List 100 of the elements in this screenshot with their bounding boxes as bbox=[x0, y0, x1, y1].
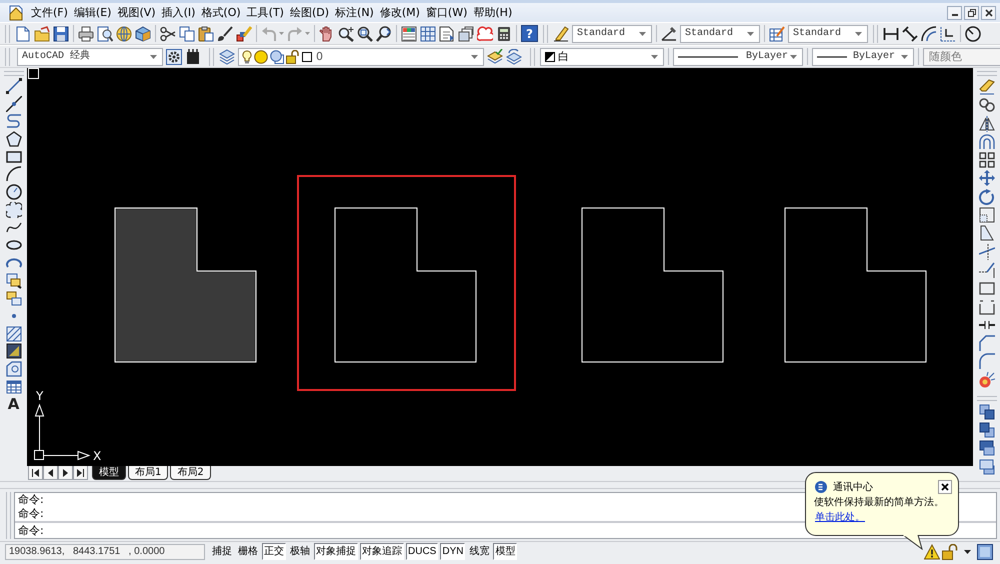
list-panel-icon[interactable] bbox=[401, 26, 417, 42]
pentagon-icon[interactable] bbox=[6, 131, 22, 148]
text-tool-button[interactable]: A bbox=[6, 396, 22, 414]
mirrored-triangles-icon[interactable] bbox=[978, 116, 994, 132]
rectangles-arrow-icon[interactable] bbox=[6, 272, 22, 289]
status-toggle[interactable]: 线宽 bbox=[467, 543, 492, 560]
toolbar-grip[interactable] bbox=[5, 48, 10, 66]
stacked-squares-icon[interactable] bbox=[978, 422, 994, 438]
help-button[interactable]: ? bbox=[521, 25, 538, 42]
grid-icon[interactable] bbox=[420, 26, 436, 42]
clipboard-icon[interactable] bbox=[198, 26, 214, 42]
restore-button[interactable] bbox=[964, 6, 979, 20]
page-icon[interactable] bbox=[8, 4, 24, 20]
new-file-icon[interactable] bbox=[15, 26, 31, 42]
pen-icon[interactable] bbox=[553, 26, 569, 42]
status-toggle[interactable]: 栅格 bbox=[236, 543, 260, 560]
linear-dimension-icon[interactable] bbox=[883, 26, 899, 42]
stacked-squares-icon[interactable] bbox=[978, 404, 994, 420]
layout-tab[interactable]: 布局1 bbox=[128, 466, 168, 480]
dimension-style-dropdown[interactable]: Standard bbox=[680, 24, 760, 42]
stacked-rectangles-icon[interactable] bbox=[978, 440, 994, 456]
status-toggle[interactable]: 捕捉 bbox=[210, 543, 234, 560]
toolbar-grip[interactable] bbox=[6, 492, 11, 539]
bevelled-corner-icon[interactable] bbox=[978, 335, 994, 352]
angle-icon[interactable] bbox=[661, 26, 677, 42]
copy-icon[interactable] bbox=[179, 26, 195, 42]
table-style-dropdown[interactable]: Standard bbox=[788, 24, 868, 42]
brush-icon[interactable] bbox=[217, 26, 233, 42]
table-icon[interactable] bbox=[6, 378, 22, 395]
menu-item[interactable]: 绘图(D) bbox=[286, 4, 332, 20]
previous-tab-button[interactable] bbox=[43, 466, 58, 480]
page-magnifier-icon[interactable] bbox=[97, 26, 113, 42]
hatched-square-icon[interactable] bbox=[6, 326, 22, 342]
explosion-icon[interactable] bbox=[978, 372, 994, 388]
layout-tab[interactable]: 模型 bbox=[92, 466, 126, 480]
status-toggle[interactable]: 对象捕捉 bbox=[314, 543, 358, 560]
next-tab-button[interactable] bbox=[58, 466, 73, 480]
unlocked-padlock-icon[interactable] bbox=[942, 544, 958, 560]
double-arc-icon[interactable] bbox=[921, 26, 937, 42]
aligned-dimension-icon[interactable] bbox=[902, 26, 918, 42]
stacked-rectangles-icon[interactable] bbox=[978, 458, 994, 475]
four-squares-icon[interactable] bbox=[978, 152, 994, 168]
status-toggle[interactable]: DUCS bbox=[406, 543, 438, 560]
line-icon[interactable] bbox=[6, 78, 22, 94]
trapezoid-icon[interactable] bbox=[978, 225, 994, 242]
minimize-button[interactable] bbox=[947, 6, 962, 20]
eraser-icon[interactable] bbox=[978, 79, 994, 95]
arc-icon[interactable] bbox=[6, 166, 22, 182]
scissors-icon[interactable] bbox=[160, 26, 176, 42]
toolbar-grip[interactable] bbox=[976, 71, 996, 76]
printer-icon[interactable] bbox=[78, 26, 94, 42]
menu-item[interactable]: 视图(V) bbox=[114, 4, 159, 20]
text-style-dropdown[interactable]: Standard bbox=[572, 24, 652, 42]
magnifier-icon[interactable] bbox=[357, 26, 373, 42]
toolbar-grip[interactable] bbox=[530, 48, 535, 66]
status-toggle[interactable]: 模型 bbox=[493, 543, 518, 560]
toolbar-grip[interactable] bbox=[976, 396, 996, 401]
overlapping-rectangles-icon[interactable] bbox=[6, 290, 22, 306]
toolbar-grip[interactable] bbox=[873, 24, 878, 42]
lineweight-dropdown[interactable]: ByLayer bbox=[812, 48, 914, 66]
open-folder-icon[interactable] bbox=[34, 26, 50, 42]
workspace-dropdown[interactable]: AutoCAD 经典 bbox=[17, 48, 163, 66]
corner-axes-icon[interactable] bbox=[940, 26, 956, 42]
layer-dropdown[interactable]: 0 bbox=[238, 48, 484, 66]
magnifier-arrow-icon[interactable] bbox=[376, 26, 392, 42]
menu-item[interactable]: 修改(M) bbox=[376, 4, 423, 20]
close-button[interactable] bbox=[981, 6, 996, 20]
save-icon[interactable] bbox=[53, 26, 69, 42]
toolbar-grip[interactable] bbox=[5, 24, 10, 42]
four-way-arrow-icon[interactable] bbox=[978, 170, 994, 186]
rectangle-icon[interactable] bbox=[6, 148, 22, 165]
rectangle-outline-icon[interactable] bbox=[978, 280, 994, 296]
document-icon[interactable] bbox=[439, 26, 455, 42]
circular-arrow-icon[interactable] bbox=[978, 188, 994, 205]
layout-tab[interactable]: 布局2 bbox=[170, 466, 211, 480]
nested-squares-icon[interactable] bbox=[978, 207, 994, 224]
pencil-icon[interactable] bbox=[236, 26, 252, 42]
gear-icon[interactable] bbox=[166, 48, 182, 64]
warning-icon[interactable] bbox=[924, 544, 940, 560]
close-button[interactable] bbox=[938, 480, 952, 494]
nested-arches-icon[interactable] bbox=[978, 134, 994, 150]
first-tab-button[interactable] bbox=[28, 466, 43, 480]
menu-item[interactable]: 窗口(W) bbox=[422, 4, 470, 20]
menu-item[interactable]: 编辑(E) bbox=[70, 4, 114, 20]
circle-radius-icon[interactable] bbox=[965, 26, 981, 42]
layers-arrow-icon[interactable] bbox=[506, 48, 522, 64]
cloud-shape-icon[interactable] bbox=[6, 202, 22, 218]
cloud-icon[interactable] bbox=[477, 26, 493, 42]
toolbar-grip[interactable] bbox=[209, 48, 214, 66]
linetype-dropdown[interactable]: ByLayer bbox=[673, 48, 803, 66]
chip-icon[interactable] bbox=[185, 48, 201, 64]
last-tab-button[interactable] bbox=[73, 466, 88, 480]
toolbar-grip[interactable] bbox=[543, 24, 548, 42]
two-circles-icon[interactable] bbox=[978, 97, 994, 114]
dashed-angled-line-icon[interactable] bbox=[978, 262, 994, 278]
status-toggle[interactable]: DYN bbox=[440, 543, 466, 560]
toolbar-grip[interactable] bbox=[4, 71, 24, 76]
status-toggle[interactable]: 对象追踪 bbox=[360, 543, 404, 560]
drawing-canvas[interactable]: Y X bbox=[27, 68, 973, 466]
calculator-icon[interactable] bbox=[496, 26, 512, 42]
